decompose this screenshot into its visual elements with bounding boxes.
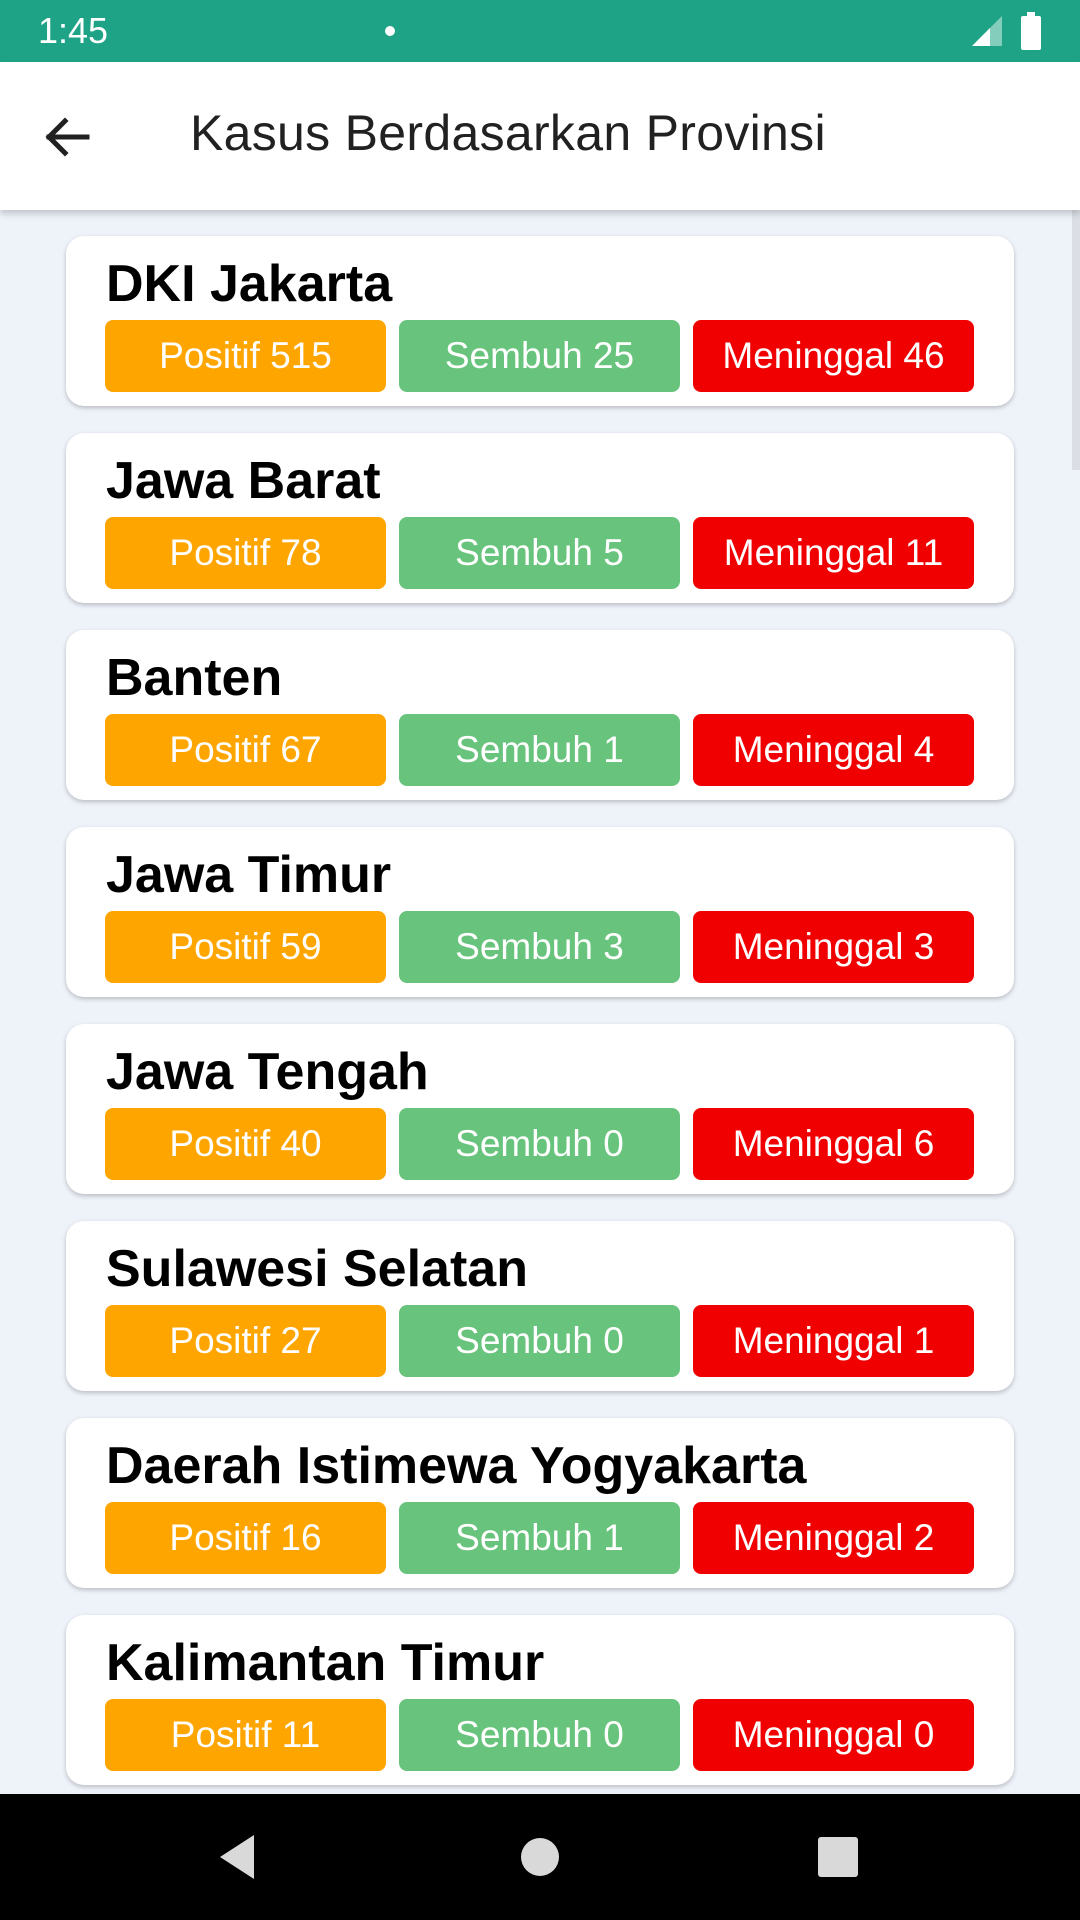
battery-icon (1021, 12, 1041, 50)
province-card-daerah-istimewa-yogyakarta[interactable]: Daerah Istimewa Yogyakarta Positif 16 Se… (66, 1418, 1014, 1588)
page-title: Kasus Berdasarkan Provinsi (190, 105, 826, 161)
home-circle-icon[interactable] (510, 1827, 570, 1887)
back-button[interactable] (36, 106, 98, 168)
signal-icon (972, 16, 1002, 46)
recovered-badge: Sembuh 1 (399, 1502, 680, 1574)
province-card-kalimantan-timur[interactable]: Kalimantan Timur Positif 11 Sembuh 0 Men… (66, 1615, 1014, 1785)
recovered-badge: Sembuh 1 (399, 714, 680, 786)
province-name: Jawa Barat (106, 452, 381, 510)
province-card-jawa-tengah[interactable]: Jawa Tengah Positif 40 Sembuh 0 Meningga… (66, 1024, 1014, 1194)
app-bar: Kasus Berdasarkan Provinsi (0, 62, 1080, 210)
deaths-badge: Meninggal 4 (693, 714, 974, 786)
province-list[interactable]: DKI Jakarta Positif 515 Sembuh 25 Mening… (0, 210, 1080, 1794)
arrow-left-icon (45, 117, 90, 157)
deaths-badge: Meninggal 1 (693, 1305, 974, 1377)
province-card-dki-jakarta[interactable]: DKI Jakarta Positif 515 Sembuh 25 Mening… (66, 236, 1014, 406)
positive-badge: Positif 515 (105, 320, 386, 392)
positive-badge: Positif 67 (105, 714, 386, 786)
positive-badge: Positif 40 (105, 1108, 386, 1180)
province-name: Sulawesi Selatan (106, 1240, 528, 1298)
province-name: Jawa Timur (106, 846, 392, 904)
province-card-banten[interactable]: Banten Positif 67 Sembuh 1 Meninggal 4 (66, 630, 1014, 800)
recents-square-icon[interactable] (808, 1827, 868, 1887)
deaths-badge: Meninggal 3 (693, 911, 974, 983)
deaths-badge: Meninggal 6 (693, 1108, 974, 1180)
status-time: 1:45 (38, 10, 109, 51)
province-name: Kalimantan Timur (106, 1634, 545, 1692)
status-bar: 1:45 (0, 0, 1080, 62)
recovered-badge: Sembuh 25 (399, 320, 680, 392)
positive-badge: Positif 78 (105, 517, 386, 589)
province-name: Daerah Istimewa Yogyakarta (106, 1437, 807, 1495)
recovered-badge: Sembuh 0 (399, 1699, 680, 1771)
deaths-badge: Meninggal 2 (693, 1502, 974, 1574)
province-card-jawa-timur[interactable]: Jawa Timur Positif 59 Sembuh 3 Meninggal… (66, 827, 1014, 997)
recovered-badge: Sembuh 0 (399, 1108, 680, 1180)
recovered-badge: Sembuh 5 (399, 517, 680, 589)
positive-badge: Positif 11 (105, 1699, 386, 1771)
positive-badge: Positif 27 (105, 1305, 386, 1377)
province-card-sulawesi-selatan[interactable]: Sulawesi Selatan Positif 27 Sembuh 0 Men… (66, 1221, 1014, 1391)
recovered-badge: Sembuh 0 (399, 1305, 680, 1377)
province-name: DKI Jakarta (106, 255, 393, 313)
deaths-badge: Meninggal 0 (693, 1699, 974, 1771)
notification-dot-icon (385, 26, 395, 36)
deaths-badge: Meninggal 46 (693, 320, 974, 392)
province-name: Banten (106, 649, 283, 707)
positive-badge: Positif 59 (105, 911, 386, 983)
province-name: Jawa Tengah (106, 1043, 429, 1101)
positive-badge: Positif 16 (105, 1502, 386, 1574)
recovered-badge: Sembuh 3 (399, 911, 680, 983)
deaths-badge: Meninggal 11 (693, 517, 974, 589)
province-card-jawa-barat[interactable]: Jawa Barat Positif 78 Sembuh 5 Meninggal… (66, 433, 1014, 603)
scrollbar[interactable] (1072, 210, 1080, 470)
navigation-bar (0, 1794, 1080, 1920)
back-triangle-icon[interactable] (208, 1827, 268, 1887)
